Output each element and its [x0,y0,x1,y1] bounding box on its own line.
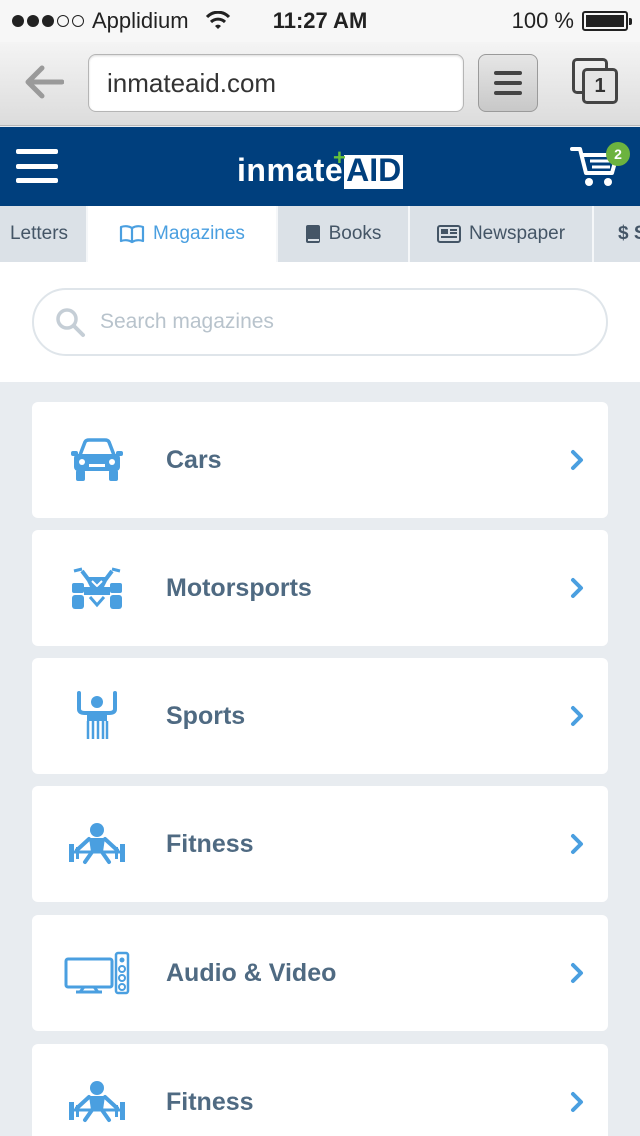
chevron-right-icon [571,578,583,598]
battery-percent: 100 % [511,8,574,33]
app-header: inmate AID + [0,127,640,206]
category-sports[interactable]: Sports [32,658,608,774]
back-arrow-icon [25,65,64,99]
tab-money[interactable]: $ S [594,206,640,262]
search-icon [56,308,85,337]
tab-label: Newspaper [468,223,566,244]
category-fitness[interactable]: Fitness [32,786,608,902]
tab-count: 1 [582,68,618,104]
tab-magazines[interactable]: Magazines [88,206,278,262]
atv-icon [62,558,132,618]
category-cars[interactable]: Cars [32,402,608,518]
search-area [0,262,640,382]
car-icon [62,430,132,490]
weightlifter-icon [62,1072,132,1132]
chevron-right-icon [571,963,583,983]
referee-icon [62,686,132,746]
cart-count-badge: 2 [606,142,630,166]
tab-label: Letters [9,223,69,244]
browser-menu-button[interactable] [478,54,538,112]
search-input[interactable] [100,310,570,334]
tv-speaker-icon [62,943,132,1003]
battery-fill [586,15,624,27]
category-label: Fitness [166,1087,254,1116]
newspaper-icon [436,225,461,243]
hamburger-menu-icon[interactable] [16,149,58,183]
tab-label: Magazines [153,223,245,244]
battery-icon [582,11,632,31]
category-tabs: Letters Magazines Books Newspaper $ S [0,206,640,262]
tab-label: $ S [618,223,640,244]
inmateaid-logo[interactable]: inmate AID + [237,145,404,189]
open-book-icon [119,225,145,244]
chevron-right-icon [571,834,583,854]
logo-text: inmate [237,152,344,188]
chevron-right-icon [571,1092,583,1112]
status-bar: Applidium 11:27 AM 100 % [0,0,640,42]
tab-letters[interactable]: Letters [0,206,88,262]
browser-toolbar: inmateaid.com 1 [0,42,640,126]
url-field[interactable]: inmateaid.com [88,54,464,112]
category-label: Motorsports [166,573,312,602]
back-button[interactable] [22,60,66,104]
logo-accent: AID [344,152,404,189]
book-icon [305,225,320,243]
category-label: Cars [166,445,222,474]
category-label: Fitness [166,829,254,858]
logo-plus-icon: + [333,145,346,170]
category-label: Sports [166,701,246,730]
tab-books[interactable]: Books [278,206,410,262]
category-label: Audio & Video [166,958,337,987]
tab-label: Books [328,223,382,244]
browser-tabs-button[interactable]: 1 [572,58,620,108]
status-right: 100 % [511,8,632,34]
search-box[interactable] [32,288,608,356]
tab-newspaper[interactable]: Newspaper [410,206,594,262]
weightlifter-icon [62,814,132,874]
category-fitness-2[interactable]: Fitness [32,1044,608,1136]
chevron-right-icon [571,706,583,726]
category-motorsports[interactable]: Motorsports [32,530,608,646]
category-audio-video[interactable]: Audio & Video [32,915,608,1031]
chevron-right-icon [571,450,583,470]
